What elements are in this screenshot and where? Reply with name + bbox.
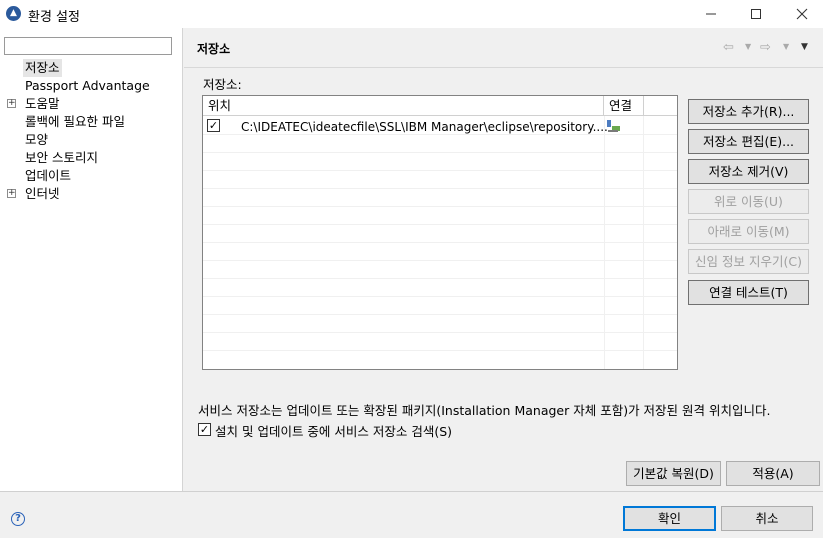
view-menu-icon[interactable]: ▼ [801, 42, 808, 52]
grid-line [203, 242, 677, 243]
expand-icon[interactable]: + [7, 189, 16, 198]
column-header-connection[interactable]: 연결 [604, 96, 644, 116]
tree-item-label: 보안 스토리지 [25, 150, 98, 165]
grid-line [203, 314, 677, 315]
grid-line [643, 116, 644, 369]
footer-divider [0, 491, 823, 492]
grid-line [203, 188, 677, 189]
search-service-repositories-checkbox[interactable]: ✓ [198, 423, 211, 436]
tree-item-label: 롤백에 필요한 파일 [25, 114, 125, 129]
back-dropdown-icon[interactable]: ▼ [745, 42, 751, 51]
table-header: 위치 연결 [203, 96, 677, 116]
column-header-location[interactable]: 위치 [203, 96, 604, 116]
tree-item-updates[interactable]: 업데이트 [0, 167, 183, 185]
minimize-icon [706, 13, 716, 15]
apply-button[interactable]: 적용(A) [726, 461, 820, 486]
grid-line [203, 278, 677, 279]
tree-item-label: 인터넷 [25, 186, 60, 201]
back-arrow-icon[interactable]: ⇦ [723, 40, 734, 55]
table-row[interactable]: ✓ C:\IDEATEC\ideatecfile\SSL\IBM Manager… [203, 117, 644, 135]
minimize-button[interactable] [688, 0, 734, 28]
search-service-repositories-label: 설치 및 업데이트 중에 서비스 저장소 검색(S) [215, 424, 453, 439]
repositories-label: 저장소: [203, 77, 242, 92]
repository-path: C:\IDEATEC\ideatecfile\SSL\IBM Manager\e… [241, 120, 608, 134]
grid-line [203, 296, 677, 297]
grid-line [203, 152, 677, 153]
repository-table[interactable]: 위치 연결 ✓ C:\IDEATEC\ideatecfile\SSL\IBM M… [202, 95, 678, 370]
tree-item-label: 도움말 [25, 96, 60, 111]
tree-item-label: 저장소 [23, 59, 62, 77]
app-icon: ▲ [6, 6, 21, 21]
tree-item-appearance[interactable]: 모양 [0, 131, 183, 149]
title-bar: ▲ 환경 설정 [0, 0, 823, 28]
clear-credentials-button[interactable]: 신임 정보 지우기(C) [688, 249, 809, 274]
help-icon[interactable]: ? [11, 512, 25, 526]
tree-item-internet[interactable]: + 인터넷 [0, 185, 183, 203]
page-title: 저장소 [197, 42, 231, 56]
service-repository-description: 서비스 저장소는 업데이트 또는 확장된 패키지(Installation Ma… [198, 403, 771, 418]
grid-line [203, 170, 677, 171]
restore-defaults-button[interactable]: 기본값 복원(D) [626, 461, 721, 486]
expand-icon[interactable]: + [7, 99, 16, 108]
grid-line [203, 206, 677, 207]
edit-repository-button[interactable]: 저장소 편집(E)... [688, 129, 809, 154]
grid-line [203, 350, 677, 351]
tree-item-secure-storage[interactable]: 보안 스토리지 [0, 149, 183, 167]
grid-line [203, 260, 677, 261]
window-title: 환경 설정 [28, 10, 80, 25]
tree-item-label: 모양 [25, 132, 49, 147]
cancel-button[interactable]: 취소 [721, 506, 813, 531]
filter-input[interactable] [4, 37, 172, 55]
test-connection-button[interactable]: 연결 테스트(T) [688, 280, 809, 305]
tree-item-rollback-files[interactable]: 롤백에 필요한 파일 [0, 113, 183, 131]
page-header: 저장소 ⇦ ▼ ⇨ ▼ ▼ [184, 28, 823, 68]
tree-item-label: 업데이트 [25, 168, 72, 183]
grid-line [203, 224, 677, 225]
connection-icon [605, 118, 621, 137]
grid-line [203, 332, 677, 333]
move-up-button[interactable]: 위로 이동(U) [688, 189, 809, 214]
tree-item-repositories[interactable]: 저장소 [0, 59, 183, 77]
preferences-tree-pane: 저장소 Passport Advantage + 도움말 롤백에 필요한 파일 … [0, 28, 183, 491]
maximize-button[interactable] [733, 0, 779, 28]
tree-item-label: Passport Advantage [25, 78, 150, 93]
remove-repository-button[interactable]: 저장소 제거(V) [688, 159, 809, 184]
ok-button[interactable]: 확인 [623, 506, 716, 531]
forward-arrow-icon[interactable]: ⇨ [760, 40, 771, 55]
add-repository-button[interactable]: 저장소 추가(R)... [688, 99, 809, 124]
header-divider [184, 67, 823, 68]
row-checkbox[interactable]: ✓ [207, 119, 220, 132]
grid-line [604, 116, 605, 369]
close-button[interactable] [779, 0, 823, 28]
forward-dropdown-icon[interactable]: ▼ [783, 42, 789, 51]
maximize-icon [751, 9, 761, 19]
tree-item-passport-advantage[interactable]: Passport Advantage [0, 77, 183, 95]
tree-item-help[interactable]: + 도움말 [0, 95, 183, 113]
close-icon [796, 8, 808, 20]
move-down-button[interactable]: 아래로 이동(M) [688, 219, 809, 244]
